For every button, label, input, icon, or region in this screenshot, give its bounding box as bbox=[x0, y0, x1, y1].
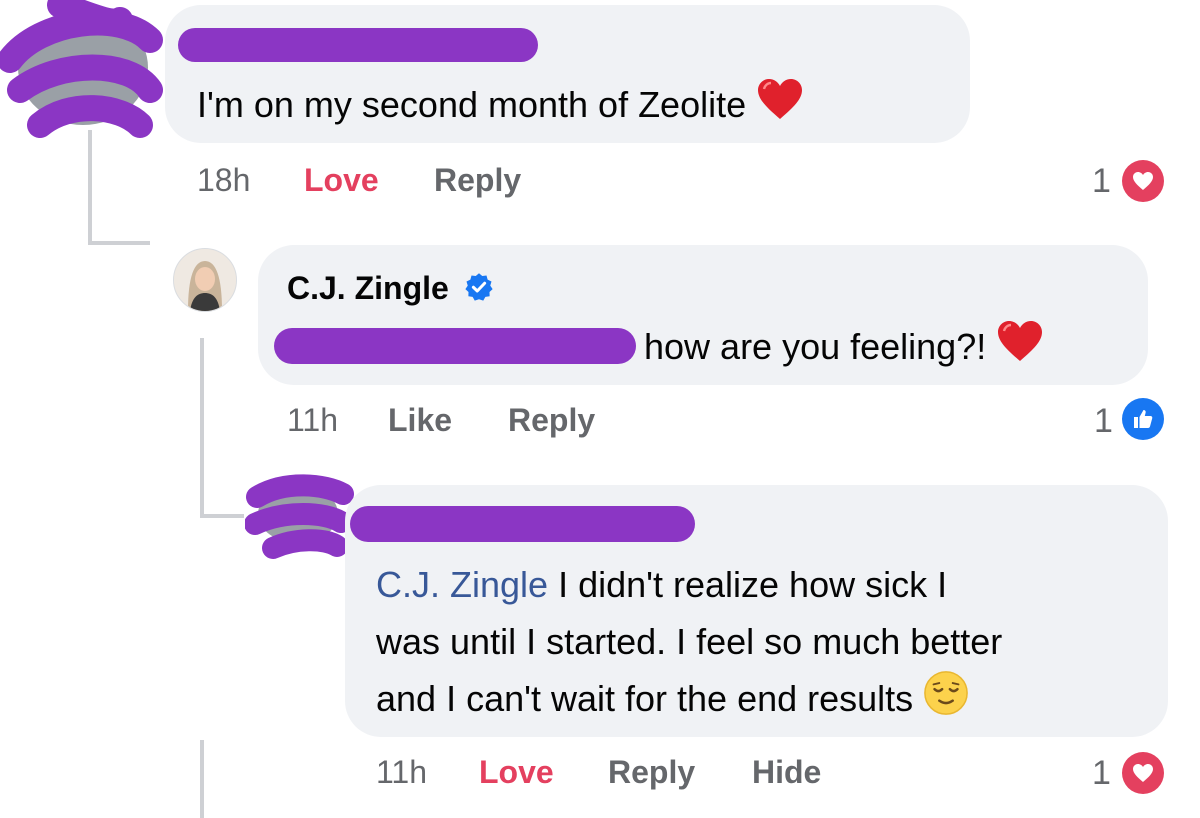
reply-button[interactable]: Reply bbox=[608, 754, 695, 791]
hide-button[interactable]: Hide bbox=[752, 754, 821, 791]
reply-button[interactable]: Reply bbox=[434, 162, 521, 199]
comment-author[interactable]: C.J. Zingle bbox=[287, 270, 494, 310]
thread-line-tail bbox=[200, 740, 204, 818]
red-heart-icon bbox=[996, 319, 1044, 379]
comment-body: how are you feeling?! bbox=[644, 326, 987, 367]
reaction-count[interactable]: 1 bbox=[1092, 162, 1111, 201]
comment-line: was until I started. I feel so much bett… bbox=[376, 621, 1003, 662]
verified-badge-icon bbox=[464, 272, 494, 310]
author-name[interactable]: C.J. Zingle bbox=[287, 270, 449, 306]
like-button[interactable]: Like bbox=[388, 402, 452, 439]
comment-line: and I can't wait for the end results bbox=[376, 678, 914, 719]
comment-time: 11h bbox=[287, 402, 339, 438]
reaction-count[interactable]: 1 bbox=[1092, 754, 1111, 793]
love-reaction-icon[interactable] bbox=[1122, 752, 1164, 794]
redacted-author-name bbox=[178, 28, 538, 62]
like-reaction-icon[interactable] bbox=[1122, 398, 1164, 440]
love-button[interactable]: Love bbox=[479, 754, 554, 791]
redacted-mention bbox=[274, 328, 636, 364]
love-reaction-icon[interactable] bbox=[1122, 160, 1164, 202]
comment-body: I'm on my second month of Zeolite bbox=[197, 84, 747, 125]
comment-text: how are you feeling?! bbox=[644, 318, 1044, 379]
redaction-scribble bbox=[0, 0, 163, 138]
reaction-count[interactable]: 1 bbox=[1094, 402, 1113, 441]
redacted-author-name bbox=[350, 506, 695, 542]
comment-time: 11h bbox=[376, 754, 428, 790]
thread-line-branch bbox=[88, 241, 150, 245]
thread-line-root bbox=[88, 130, 92, 245]
reply-button[interactable]: Reply bbox=[508, 402, 595, 439]
red-heart-icon bbox=[756, 77, 804, 137]
comment-line: I didn't realize how sick I bbox=[548, 564, 948, 605]
thread-line-reply bbox=[200, 338, 204, 518]
relieved-face-icon bbox=[923, 670, 969, 732]
redaction-scribble bbox=[245, 474, 354, 559]
comment-time: 18h bbox=[197, 162, 251, 198]
avatar[interactable] bbox=[173, 248, 237, 312]
love-button[interactable]: Love bbox=[304, 162, 379, 199]
thread-line-reply-branch bbox=[200, 514, 244, 518]
comment-text: C.J. Zingle I didn't realize how sick I … bbox=[376, 556, 1002, 732]
mention-link[interactable]: C.J. Zingle bbox=[376, 564, 548, 605]
comment-text: I'm on my second month of Zeolite bbox=[197, 76, 804, 137]
